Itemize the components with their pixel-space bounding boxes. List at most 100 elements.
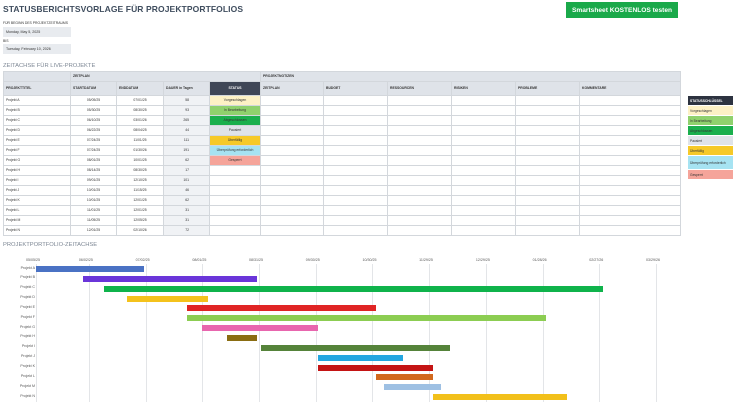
table-row[interactable]: Projekt B 05/30/25 08/30/25 93 In Bearbeitun… <box>3 105 682 116</box>
note-cell[interactable] <box>323 195 389 206</box>
note-cell[interactable] <box>260 155 325 166</box>
note-cell[interactable] <box>260 215 325 226</box>
table-row[interactable]: Projekt I 09/01/25 12/10/25 101 <box>3 175 682 186</box>
note-cell[interactable] <box>451 205 517 216</box>
note-cell[interactable] <box>451 175 517 186</box>
status-cell[interactable]: In Bearbeitung <box>208 105 262 116</box>
table-row[interactable]: Projekt L 11/01/25 12/01/25 31 <box>3 205 682 216</box>
note-cell[interactable] <box>579 125 682 136</box>
table-row[interactable]: Projekt H 08/14/25 08/30/25 17 <box>3 165 682 176</box>
note-cell[interactable] <box>451 165 517 176</box>
note-cell[interactable] <box>579 185 682 196</box>
note-cell[interactable] <box>515 95 581 106</box>
note-cell[interactable] <box>579 165 682 176</box>
note-cell[interactable] <box>323 135 389 146</box>
note-cell[interactable] <box>451 195 517 206</box>
note-cell[interactable] <box>323 225 389 236</box>
note-cell[interactable] <box>579 175 682 186</box>
table-row[interactable]: Projekt D 06/22/25 08/04/25 44 Pausiert <box>3 125 682 136</box>
note-cell[interactable] <box>515 155 581 166</box>
start-date-cell[interactable]: 10/01/25 <box>70 195 117 206</box>
start-date-cell[interactable]: 05/30/25 <box>70 105 117 116</box>
note-cell[interactable] <box>260 205 325 216</box>
note-cell[interactable] <box>451 225 517 236</box>
project-title-cell[interactable]: Projekt D <box>3 125 71 136</box>
note-cell[interactable] <box>451 135 517 146</box>
note-cell[interactable] <box>323 125 389 136</box>
note-cell[interactable] <box>515 175 581 186</box>
note-cell[interactable] <box>451 95 517 106</box>
note-cell[interactable] <box>515 205 581 216</box>
note-cell[interactable] <box>323 95 389 106</box>
note-cell[interactable] <box>260 95 325 106</box>
table-row[interactable]: Projekt J 10/01/25 11/15/25 46 <box>3 185 682 196</box>
note-cell[interactable] <box>451 105 517 116</box>
note-cell[interactable] <box>515 145 581 156</box>
status-cell[interactable]: Überprüfung erforderlich <box>208 145 262 156</box>
end-date-cell[interactable]: 08/30/25 <box>116 165 164 176</box>
start-date-cell[interactable]: 08/14/25 <box>70 165 117 176</box>
start-date-cell[interactable]: 10/01/25 <box>70 185 117 196</box>
table-row[interactable]: Projekt A 05/05/25 07/01/25 58 Vorgeschlagen <box>3 95 682 106</box>
note-cell[interactable] <box>579 115 682 126</box>
note-cell[interactable] <box>515 135 581 146</box>
note-cell[interactable] <box>579 225 682 236</box>
duration-cell[interactable]: 93 <box>163 105 210 116</box>
note-cell[interactable] <box>260 195 325 206</box>
note-cell[interactable] <box>260 105 325 116</box>
start-date-cell[interactable]: 06/22/25 <box>70 125 117 136</box>
note-cell[interactable] <box>515 105 581 116</box>
end-date-cell[interactable]: 02/10/26 <box>116 225 164 236</box>
project-title-cell[interactable]: Projekt A <box>3 95 71 106</box>
note-cell[interactable] <box>387 155 453 166</box>
note-cell[interactable] <box>515 165 581 176</box>
note-cell[interactable] <box>260 175 325 186</box>
status-cell[interactable]: Gesperrt <box>208 155 262 166</box>
note-cell[interactable] <box>451 145 517 156</box>
note-cell[interactable] <box>387 215 453 226</box>
note-cell[interactable] <box>387 145 453 156</box>
duration-cell[interactable]: 62 <box>163 155 210 166</box>
end-date-cell[interactable]: 11/15/25 <box>116 185 164 196</box>
note-cell[interactable] <box>579 95 682 106</box>
note-cell[interactable] <box>260 135 325 146</box>
start-date-cell[interactable]: 08/01/25 <box>70 155 117 166</box>
start-date-cell[interactable]: 07/24/25 <box>70 145 117 156</box>
table-row[interactable]: Projekt G 08/01/25 10/01/25 62 Gesperrt <box>3 155 682 166</box>
note-cell[interactable] <box>387 115 453 126</box>
note-cell[interactable] <box>579 135 682 146</box>
duration-cell[interactable]: 111 <box>163 135 210 146</box>
project-title-cell[interactable]: Projekt L <box>3 205 71 216</box>
note-cell[interactable] <box>579 145 682 156</box>
status-cell[interactable] <box>208 195 262 206</box>
duration-cell[interactable]: 46 <box>163 185 210 196</box>
note-cell[interactable] <box>387 205 453 216</box>
end-date-cell[interactable]: 03/01/26 <box>116 115 164 126</box>
status-cell[interactable] <box>208 175 262 186</box>
note-cell[interactable] <box>451 125 517 136</box>
start-date-cell[interactable]: 09/01/25 <box>70 175 117 186</box>
note-cell[interactable] <box>387 135 453 146</box>
note-cell[interactable] <box>323 215 389 226</box>
table-row[interactable]: Projekt M 11/05/25 12/05/25 31 <box>3 215 682 226</box>
status-cell[interactable] <box>208 225 262 236</box>
status-cell[interactable]: Überfällig <box>208 135 262 146</box>
table-row[interactable]: Projekt N 12/01/25 02/10/26 72 <box>3 225 682 236</box>
project-title-cell[interactable]: Projekt F <box>3 145 71 156</box>
note-cell[interactable] <box>515 225 581 236</box>
end-date-cell[interactable]: 01/30/26 <box>116 145 164 156</box>
end-date-cell[interactable]: 12/05/25 <box>116 215 164 226</box>
note-cell[interactable] <box>323 155 389 166</box>
end-date-cell[interactable]: 12/01/25 <box>116 195 164 206</box>
end-date-field[interactable]: Tuesday, February 10, 2026 <box>3 44 71 54</box>
note-cell[interactable] <box>323 165 389 176</box>
table-row[interactable]: Projekt F 07/24/25 01/30/26 191 Überprüfung … <box>3 145 682 156</box>
note-cell[interactable] <box>387 95 453 106</box>
project-title-cell[interactable]: Projekt J <box>3 185 71 196</box>
project-title-cell[interactable]: Projekt I <box>3 175 71 186</box>
end-date-cell[interactable]: 07/01/25 <box>116 95 164 106</box>
start-date-cell[interactable]: 05/05/25 <box>70 95 117 106</box>
table-row[interactable]: Projekt E 07/24/25 11/01/25 111 Überfällig <box>3 135 682 146</box>
duration-cell[interactable]: 72 <box>163 225 210 236</box>
note-cell[interactable] <box>260 125 325 136</box>
